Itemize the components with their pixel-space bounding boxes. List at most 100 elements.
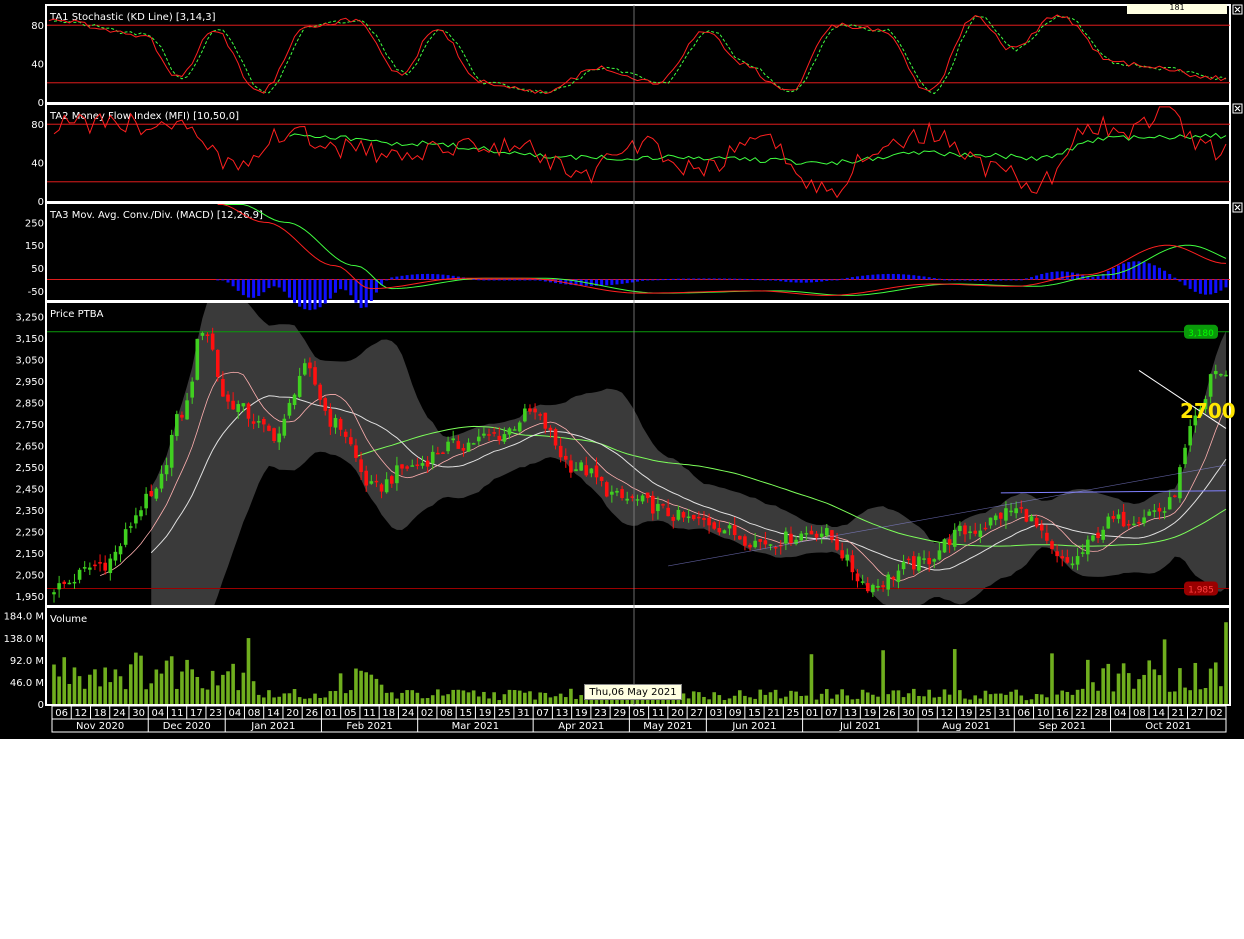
volume-bar: [1029, 699, 1034, 704]
x-month-label: Feb 2021: [346, 721, 392, 732]
volume-bar: [113, 669, 118, 704]
candle-body: [1050, 541, 1054, 550]
price-tick-label: 3,150: [15, 334, 44, 345]
volume-bar: [420, 698, 425, 704]
volume-bar: [1014, 689, 1018, 704]
volume-bar: [292, 689, 297, 704]
macd-histogram-bar: [349, 279, 353, 296]
macd-histogram-bar: [1152, 265, 1156, 280]
macd-histogram-bar: [625, 279, 629, 284]
candle-body: [256, 421, 261, 423]
panel-stoch-frame: [45, 4, 1231, 104]
x-day-label: 25: [787, 708, 800, 719]
volume-bar: [1075, 689, 1080, 704]
volume-bar: [1121, 663, 1126, 704]
volume-bar: [850, 699, 855, 704]
macd-histogram-bar: [886, 273, 890, 280]
bollinger-band: [151, 303, 1226, 605]
x-day-label: 19: [575, 708, 588, 719]
volume-bar: [343, 693, 348, 704]
candle-body: [328, 409, 333, 427]
candle-body: [819, 533, 824, 537]
volume-bar: [256, 694, 261, 704]
volume-bar: [768, 692, 773, 704]
macd-histogram-bar: [702, 278, 706, 280]
x-day-label: 08: [248, 708, 261, 719]
volume-bar: [52, 664, 56, 704]
volume-bar: [993, 693, 998, 704]
candle-body: [656, 503, 660, 512]
volume-bar: [1213, 662, 1218, 704]
candle-body: [405, 466, 409, 469]
macd-histogram-bar: [948, 279, 952, 281]
x-day-label: 12: [75, 708, 88, 719]
macd-histogram-bar: [1163, 270, 1167, 280]
macd-histogram-bar: [333, 279, 337, 293]
stoch-tick-label: 80: [31, 21, 44, 32]
x-day-label: 06: [1018, 708, 1031, 719]
candle-body: [308, 362, 312, 369]
volume-bar: [456, 689, 461, 704]
volume-bar: [354, 668, 358, 704]
candle-body: [789, 533, 793, 544]
x-day-label: 21: [1172, 708, 1185, 719]
volume-bar: [154, 669, 159, 704]
macd-histogram-bar: [231, 279, 235, 287]
volume-bar: [175, 688, 179, 704]
volume-bar: [983, 690, 988, 704]
candle-body: [123, 529, 128, 545]
volume-bar: [809, 654, 814, 704]
candle-body: [707, 517, 711, 526]
candle-body: [62, 581, 67, 584]
close-icon[interactable]: [1232, 103, 1243, 114]
macd-histogram-bar: [267, 279, 271, 289]
x-month-label: Jun 2021: [731, 721, 776, 732]
x-day-label: 11: [363, 708, 376, 719]
macd-histogram-bar: [364, 279, 368, 308]
candle-body: [1111, 516, 1116, 519]
macd-histogram-bar: [369, 279, 373, 301]
candle-body: [302, 363, 307, 375]
candle-body: [292, 394, 297, 406]
candle-body: [1091, 535, 1095, 541]
macd-histogram-bar: [666, 278, 670, 280]
candle-body: [415, 464, 420, 467]
candle-body: [569, 460, 573, 473]
x-day-label: 30: [132, 708, 145, 719]
close-icon[interactable]: [1232, 4, 1243, 15]
macd-tick-label: 250: [25, 218, 44, 229]
volume-bar: [855, 698, 860, 704]
candle-body: [963, 525, 967, 535]
volume-bar: [558, 693, 563, 704]
candle-body: [533, 408, 537, 413]
candle-body: [891, 576, 896, 580]
candle-body: [850, 555, 855, 573]
candle-body: [180, 414, 184, 418]
x-month-label: Dec 2020: [163, 721, 211, 732]
panel-stoch-title: TA1 Stochastic (KD Line) [3,14,3]: [49, 12, 216, 23]
volume-bar: [538, 692, 543, 704]
x-day-label: 07: [536, 708, 549, 719]
candle-body: [958, 525, 962, 532]
close-icon[interactable]: [1232, 202, 1243, 213]
macd-histogram-bar: [323, 279, 327, 304]
candle-body: [594, 465, 599, 478]
candle-body: [773, 546, 778, 549]
candle-body: [543, 412, 548, 429]
volume-bar: [441, 695, 445, 704]
candle-body: [103, 562, 107, 571]
volume-bar: [676, 699, 681, 704]
volume-bar: [169, 656, 174, 704]
volume-bar: [1142, 674, 1146, 704]
candle-body: [262, 418, 266, 425]
candle-body: [1121, 511, 1126, 527]
candle-body: [1039, 524, 1044, 531]
macd-histogram-bar: [415, 274, 419, 280]
volume-bar: [451, 689, 455, 704]
macd-histogram-bar: [589, 279, 593, 286]
x-day-label: 13: [556, 708, 569, 719]
x-day-label: 19: [479, 708, 492, 719]
volume-bar: [574, 698, 578, 704]
volume-bar: [917, 695, 921, 704]
candle-body: [1173, 495, 1177, 497]
